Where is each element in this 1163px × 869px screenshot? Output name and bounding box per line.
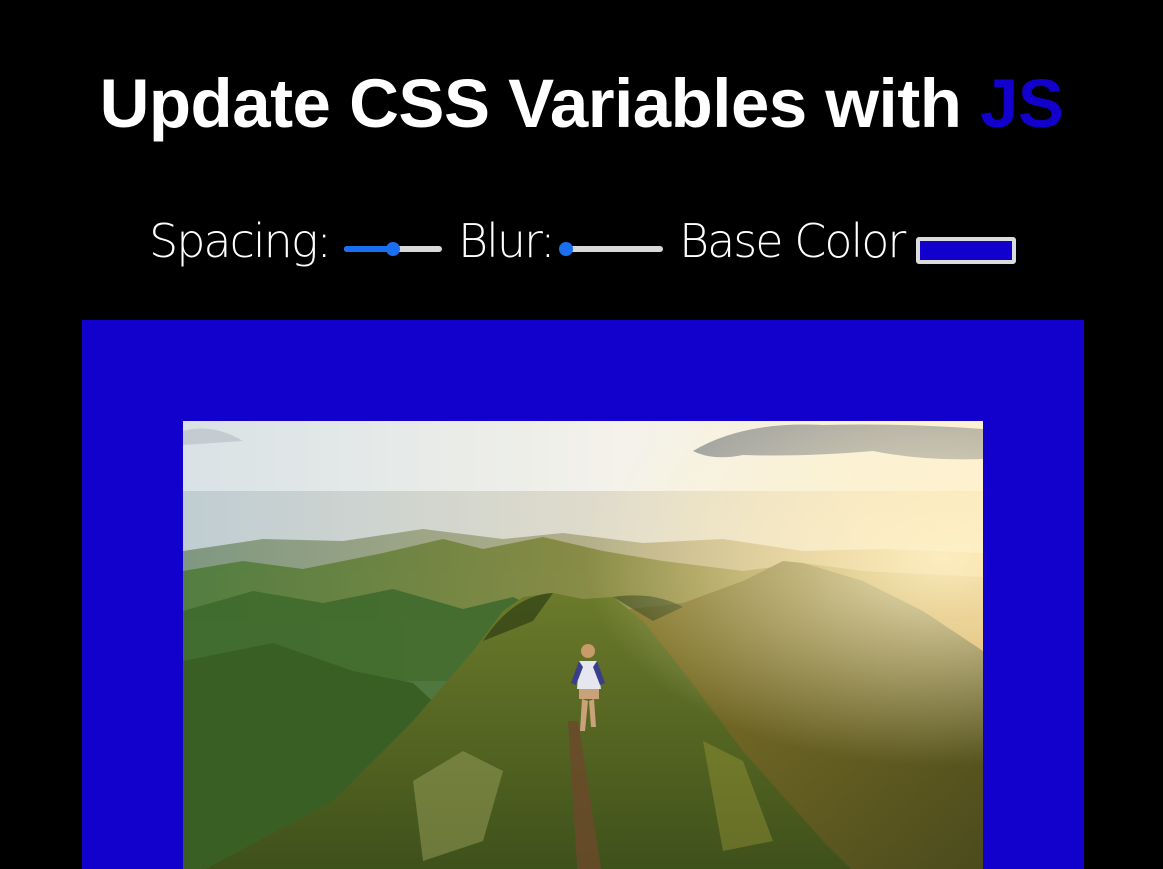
spacing-label: Spacing: xyxy=(149,214,332,268)
base-color-picker[interactable] xyxy=(916,237,1016,264)
title-text: Update CSS Variables with xyxy=(99,65,981,142)
spacing-slider[interactable] xyxy=(344,242,442,256)
page: Update CSS Variables with JS Spacing: Bl… xyxy=(0,0,1163,869)
mountain-hiker-photo xyxy=(183,421,983,869)
blur-slider-thumb[interactable] xyxy=(559,242,573,256)
base-color-label: Base Color xyxy=(679,214,906,268)
blur-slider[interactable] xyxy=(559,242,663,256)
page-title: Update CSS Variables with JS xyxy=(0,64,1163,144)
spacing-slider-thumb[interactable] xyxy=(386,242,400,256)
title-highlight: JS xyxy=(980,65,1064,142)
controls-bar: Spacing: Blur: Base Color xyxy=(0,212,1163,272)
image-frame xyxy=(82,320,1084,869)
blur-label: Blur: xyxy=(458,214,556,268)
